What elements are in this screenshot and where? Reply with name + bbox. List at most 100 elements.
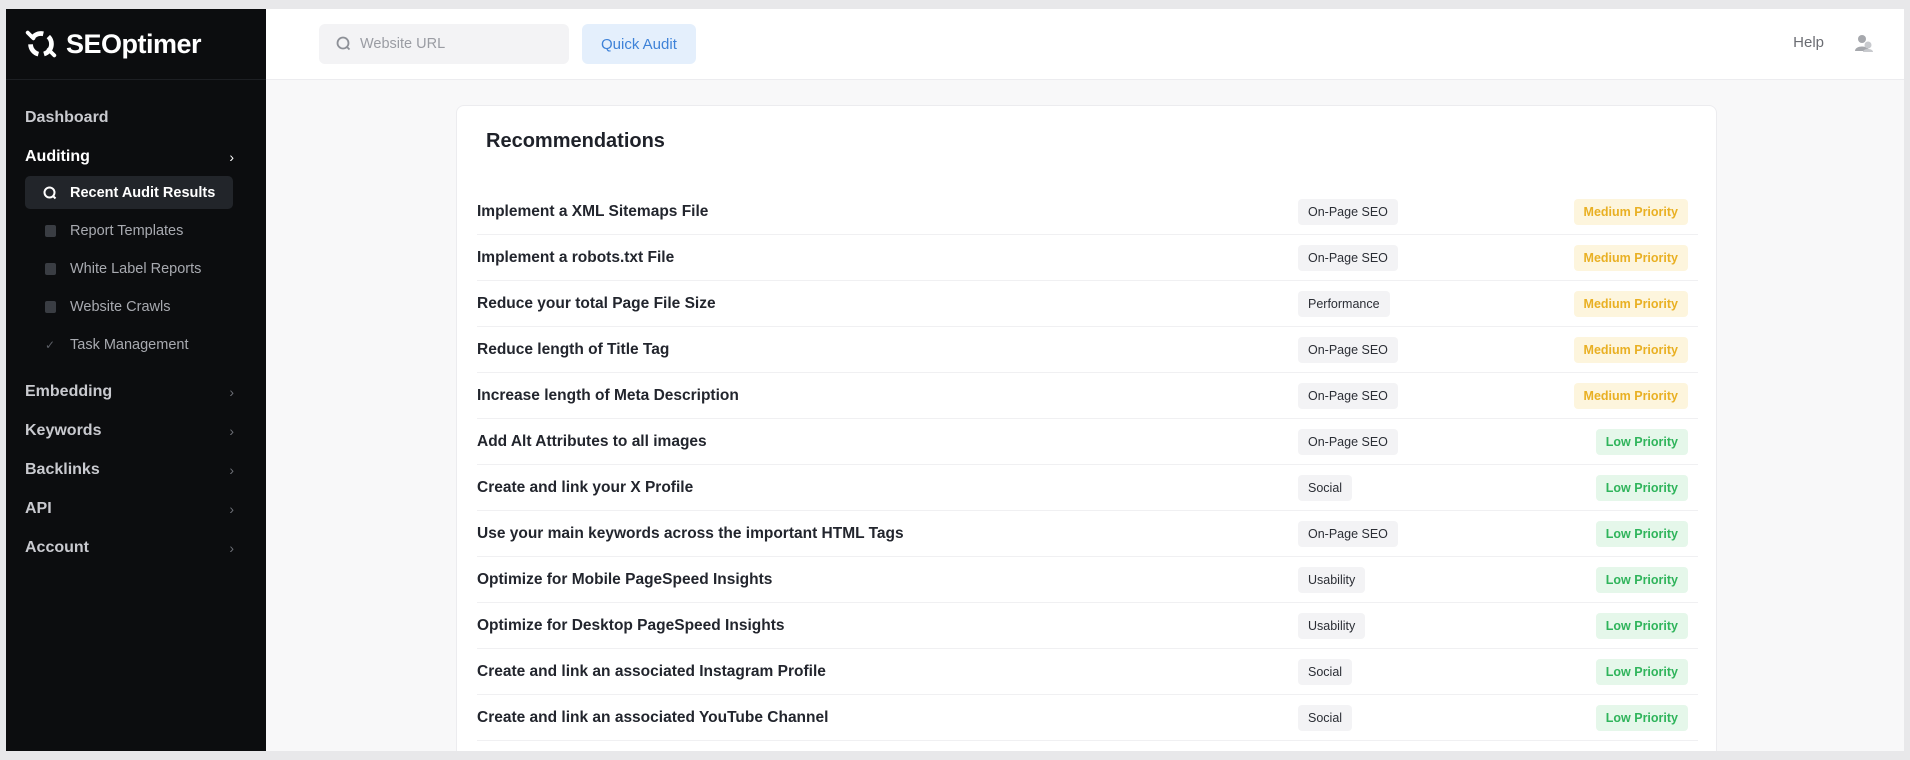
priority-badge: Medium Priority: [1573, 382, 1688, 409]
sidebar-item-api[interactable]: API ›: [6, 489, 266, 528]
category-badge: Usability: [1298, 566, 1366, 593]
priority-badge: Low Priority: [1595, 566, 1688, 593]
crawl-icon: [43, 300, 57, 314]
priority-badge: Low Priority: [1595, 658, 1688, 685]
recommendation-title: Reduce length of Title Tag: [477, 340, 670, 358]
priority-badge: Low Priority: [1595, 428, 1688, 455]
app-window: SEOptimer Dashboard Auditing › Recent Au…: [6, 9, 1904, 751]
chevron-right-icon: ›: [229, 422, 234, 439]
template-icon: [43, 224, 57, 238]
recommendation-title: Increase length of Meta Description: [477, 386, 739, 404]
list-item[interactable]: Implement a XML Sitemaps File On-Page SE…: [477, 189, 1698, 235]
recommendation-title: Implement a XML Sitemaps File: [477, 202, 709, 220]
sidebar-item-auditing[interactable]: Auditing ›: [6, 137, 266, 176]
sidebar-subitem-website-crawls[interactable]: Website Crawls: [25, 290, 233, 323]
priority-badge: Medium Priority: [1573, 198, 1688, 225]
recommendations-title: Recommendations: [486, 130, 665, 152]
list-item[interactable]: Reduce your total Page File Size Perform…: [477, 281, 1698, 327]
chevron-right-icon: ›: [229, 500, 234, 517]
sidebar-item-label: Embedding: [25, 382, 113, 400]
sidebar-subitem-task-management[interactable]: ✓ Task Management: [25, 328, 233, 361]
priority-badge: Medium Priority: [1573, 336, 1688, 363]
logo-icon: [25, 30, 57, 58]
priority-badge: Medium Priority: [1573, 290, 1688, 317]
chevron-right-icon: ›: [229, 539, 234, 556]
sidebar-item-label: Account: [25, 538, 89, 556]
sidebar-subitem-label: Website Crawls: [70, 298, 171, 315]
document-icon: [43, 262, 57, 276]
sidebar-item-label: API: [25, 499, 52, 517]
search-box[interactable]: [319, 24, 569, 64]
recommendations-card: Recommendations Implement a XML Sitemaps…: [456, 105, 1717, 751]
category-badge: On-Page SEO: [1298, 198, 1398, 225]
search-icon: [336, 36, 351, 51]
recommendation-title: Add Alt Attributes to all images: [477, 432, 707, 450]
category-badge: On-Page SEO: [1298, 520, 1398, 547]
chevron-right-icon: ›: [229, 461, 234, 478]
category-badge: Usability: [1298, 612, 1366, 639]
priority-badge: Low Priority: [1595, 612, 1688, 639]
recommendation-title: Optimize for Mobile PageSpeed Insights: [477, 570, 773, 588]
sidebar-item-label: Keywords: [25, 421, 102, 439]
list-item[interactable]: Optimize for Mobile PageSpeed Insights U…: [477, 557, 1698, 603]
recommendation-title: Reduce your total Page File Size: [477, 294, 716, 312]
recommendations-list: Implement a XML Sitemaps File On-Page SE…: [477, 189, 1698, 741]
recommendation-title: Optimize for Desktop PageSpeed Insights: [477, 616, 785, 634]
priority-badge: Low Priority: [1595, 474, 1688, 501]
sidebar-item-backlinks[interactable]: Backlinks ›: [6, 450, 266, 489]
quick-audit-button[interactable]: Quick Audit: [582, 24, 696, 64]
sidebar-item-label: Dashboard: [25, 108, 109, 126]
list-item[interactable]: Reduce length of Title Tag On-Page SEO M…: [477, 327, 1698, 373]
sidebar-nav: Dashboard Auditing › Recent Audit Result…: [6, 80, 266, 567]
sidebar-subitem-report-templates[interactable]: Report Templates: [25, 214, 233, 247]
help-link[interactable]: Help: [1793, 34, 1824, 51]
list-item[interactable]: Increase length of Meta Description On-P…: [477, 373, 1698, 419]
user-icon[interactable]: [1854, 33, 1874, 53]
list-item[interactable]: Add Alt Attributes to all images On-Page…: [477, 419, 1698, 465]
category-badge: On-Page SEO: [1298, 382, 1398, 409]
list-item[interactable]: Create and link your X Profile Social Lo…: [477, 465, 1698, 511]
sidebar-item-label: Backlinks: [25, 460, 100, 478]
sidebar: SEOptimer Dashboard Auditing › Recent Au…: [6, 9, 266, 751]
sidebar-item-label: Auditing: [25, 147, 90, 165]
check-icon: ✓: [44, 337, 56, 352]
list-item[interactable]: Create and link an associated YouTube Ch…: [477, 695, 1698, 741]
search-icon: [43, 186, 57, 200]
priority-badge: Low Priority: [1595, 704, 1688, 731]
website-url-input[interactable]: [360, 36, 550, 52]
priority-badge: Low Priority: [1595, 520, 1688, 547]
sidebar-item-dashboard[interactable]: Dashboard: [6, 98, 266, 137]
recommendation-title: Implement a robots.txt File: [477, 248, 675, 266]
category-badge: On-Page SEO: [1298, 244, 1398, 271]
list-item[interactable]: Optimize for Desktop PageSpeed Insights …: [477, 603, 1698, 649]
sidebar-subitem-white-label-reports[interactable]: White Label Reports: [25, 252, 233, 285]
chevron-right-icon: ›: [229, 148, 234, 165]
category-badge: Social: [1298, 704, 1353, 731]
topbar: Quick Audit Help: [266, 9, 1904, 80]
list-item[interactable]: Implement a robots.txt File On-Page SEO …: [477, 235, 1698, 281]
sidebar-subitem-recent-audit-results[interactable]: Recent Audit Results: [25, 176, 233, 209]
recommendation-title: Use your main keywords across the import…: [477, 524, 904, 542]
sidebar-subitem-label: Task Management: [70, 336, 189, 353]
category-badge: Social: [1298, 658, 1353, 685]
sidebar-subitem-label: Report Templates: [70, 222, 184, 239]
priority-badge: Medium Priority: [1573, 244, 1688, 271]
brand-name: SEOptimer: [66, 28, 202, 59]
category-badge: Social: [1298, 474, 1353, 501]
chevron-right-icon: ›: [229, 383, 234, 400]
auditing-submenu: Recent Audit Results Report Templates Wh…: [6, 176, 266, 372]
category-badge: On-Page SEO: [1298, 428, 1398, 455]
list-item[interactable]: Create and link an associated Instagram …: [477, 649, 1698, 695]
logo[interactable]: SEOptimer: [6, 9, 266, 80]
category-badge: On-Page SEO: [1298, 336, 1398, 363]
list-item[interactable]: Use your main keywords across the import…: [477, 511, 1698, 557]
recommendation-title: Create and link an associated YouTube Ch…: [477, 708, 829, 726]
sidebar-subitem-label: White Label Reports: [70, 260, 202, 277]
category-badge: Performance: [1298, 290, 1390, 317]
sidebar-item-keywords[interactable]: Keywords ›: [6, 411, 266, 450]
recommendation-title: Create and link your X Profile: [477, 478, 694, 496]
sidebar-item-embedding[interactable]: Embedding ›: [6, 372, 266, 411]
sidebar-item-account[interactable]: Account ›: [6, 528, 266, 567]
main-content: Quick Audit Help Recommendations Impleme…: [266, 9, 1904, 751]
sidebar-subitem-label: Recent Audit Results: [70, 184, 216, 201]
